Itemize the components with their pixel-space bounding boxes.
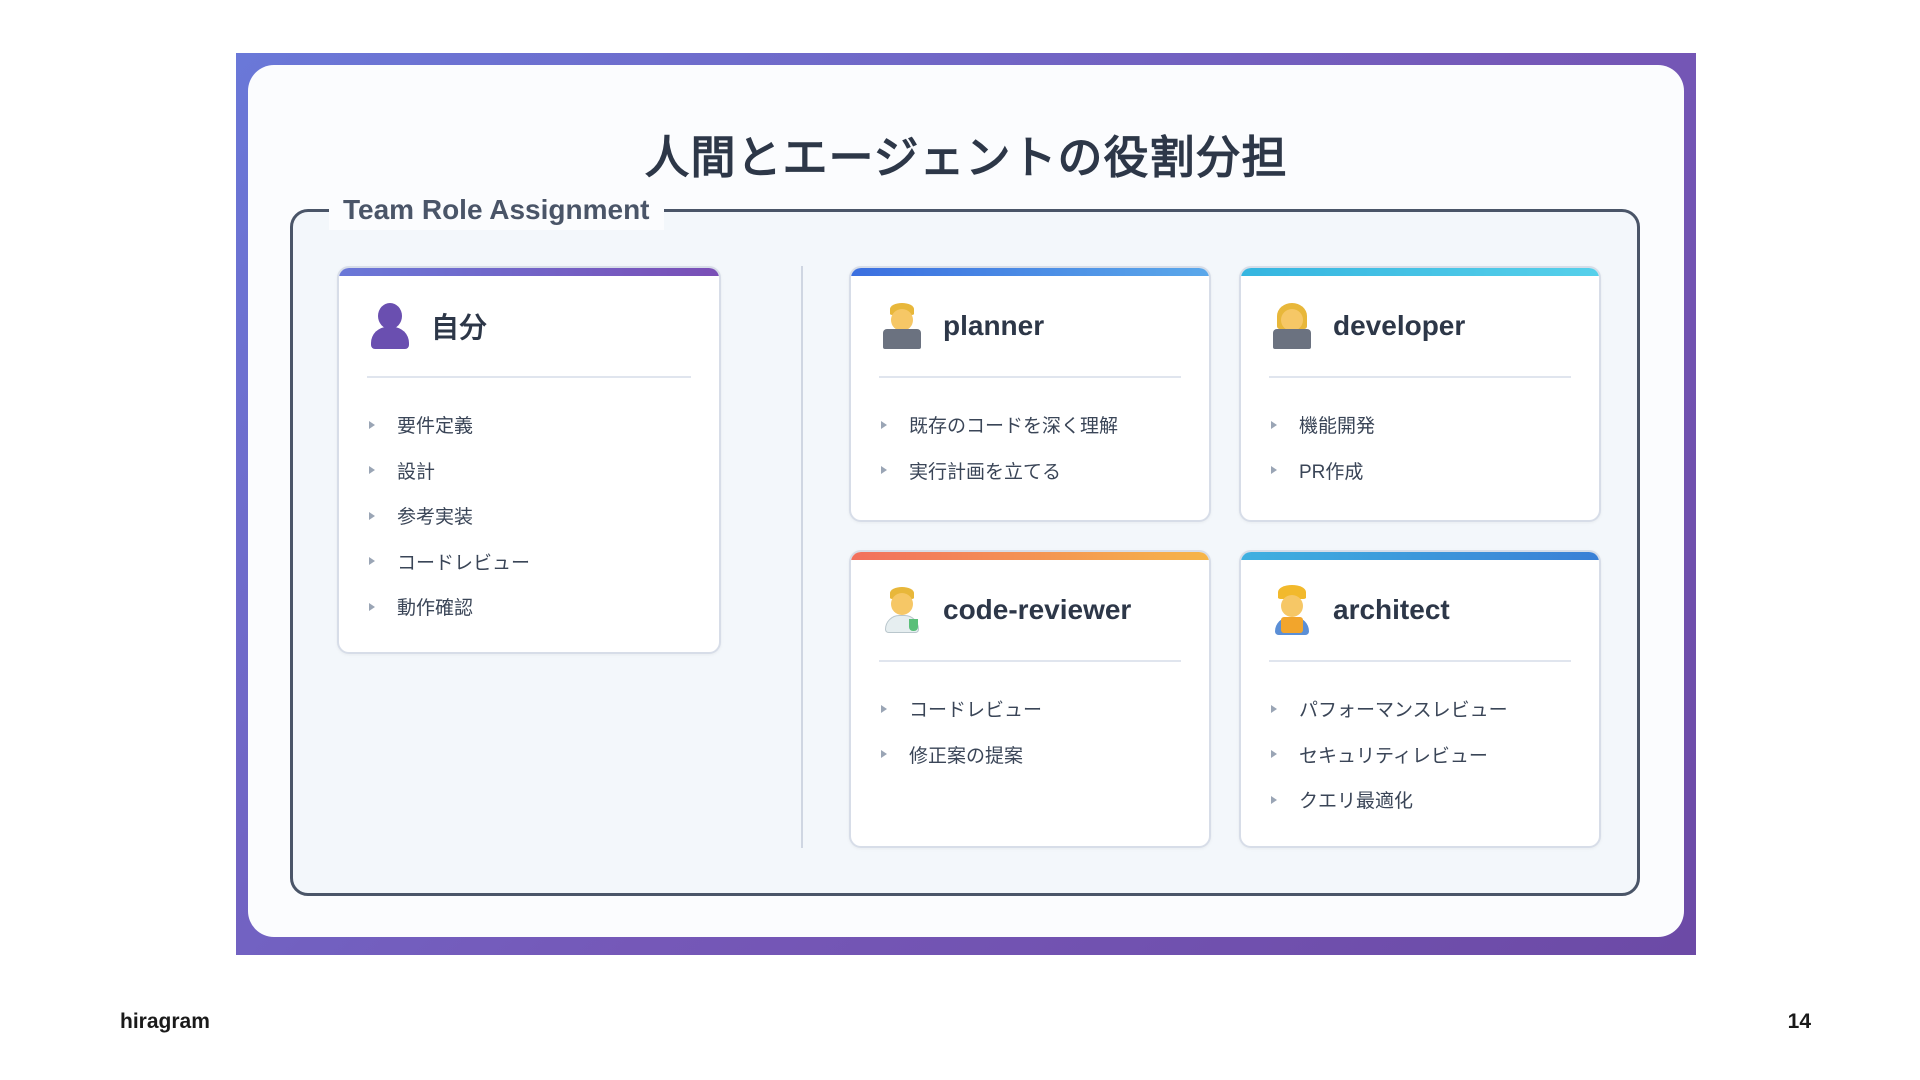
task-label: 動作確認 — [397, 598, 474, 620]
task-label: 設計 — [397, 461, 436, 483]
task-label: パフォーマンスレビュー — [1299, 700, 1508, 722]
list-item: コードレビュー — [367, 539, 530, 585]
bullet-icon — [881, 750, 887, 759]
person-silhouette-icon — [367, 301, 413, 351]
bullet-icon — [881, 420, 887, 429]
role-task-list: パフォーマンスレビュー セキュリティレビュー クエリ最適化 — [1269, 686, 1508, 823]
list-item: 参考実装 — [367, 493, 530, 539]
role-name: 自分 — [431, 312, 488, 343]
bullet-icon — [881, 466, 887, 475]
slide-title: 人間とエージェントの役割分担 — [644, 132, 1288, 183]
role-name: developer — [1333, 310, 1466, 341]
task-label: 既存のコードを深く理解 — [909, 416, 1119, 438]
bullet-icon — [1271, 704, 1277, 713]
list-item: 動作確認 — [367, 584, 530, 630]
card-divider — [879, 376, 1181, 378]
card-accent-bar — [851, 268, 1209, 276]
task-label: セキュリティレビュー — [1299, 745, 1488, 767]
task-label: 機能開発 — [1299, 416, 1376, 438]
task-label: 修正案の提案 — [909, 745, 1024, 767]
list-item: 実行計画を立てる — [879, 448, 1118, 494]
footer-brand: hiragram — [120, 1010, 210, 1033]
role-header: planner — [879, 298, 1044, 354]
role-header: developer — [1269, 298, 1465, 354]
bullet-icon — [369, 466, 375, 475]
role-card-code-reviewer: code-reviewer コードレビュー 修正案の提案 — [849, 550, 1211, 848]
role-task-list: 機能開発 PR作成 — [1269, 402, 1375, 493]
task-label: コードレビュー — [909, 700, 1043, 722]
bullet-icon — [1271, 466, 1277, 475]
card-divider — [879, 660, 1181, 662]
bullet-icon — [369, 420, 375, 429]
page-number: 14 — [1787, 1010, 1811, 1033]
bullet-icon — [1271, 795, 1277, 804]
task-label: クエリ最適化 — [1299, 791, 1414, 813]
card-divider — [367, 376, 691, 378]
list-item: セキュリティレビュー — [1269, 732, 1508, 778]
role-card-planner: planner 既存のコードを深く理解 実行計画を立てる — [849, 266, 1211, 522]
card-divider — [1269, 660, 1571, 662]
role-card-self: 自分 要件定義 設計 参考実装 コードレビュー 動作確認 — [337, 266, 721, 654]
task-label: PR作成 — [1299, 461, 1364, 483]
card-accent-bar — [1241, 552, 1599, 560]
construction-worker-icon — [1269, 585, 1315, 635]
card-accent-bar — [339, 268, 719, 276]
bullet-icon — [1271, 750, 1277, 759]
list-item: PR作成 — [1269, 448, 1375, 494]
card-divider — [1269, 376, 1571, 378]
task-label: 実行計画を立てる — [909, 461, 1062, 483]
scientist-man-icon — [879, 585, 925, 635]
group-label: Team Role Assignment — [329, 190, 664, 230]
role-card-developer: developer 機能開発 PR作成 — [1239, 266, 1601, 522]
bullet-icon — [369, 511, 375, 520]
role-name: code-reviewer — [943, 594, 1132, 625]
list-item: パフォーマンスレビュー — [1269, 686, 1508, 732]
role-header: code-reviewer — [879, 582, 1131, 638]
list-item: 既存のコードを深く理解 — [879, 402, 1118, 448]
list-item: 機能開発 — [1269, 402, 1375, 448]
card-accent-bar — [1241, 268, 1599, 276]
list-item: 修正案の提案 — [879, 732, 1042, 778]
slide-card: 人間とエージェントの役割分担 Team Role Assignment 自分 要… — [248, 65, 1684, 937]
task-label: 参考実装 — [397, 507, 474, 529]
task-label: コードレビュー — [397, 552, 531, 574]
card-accent-bar — [851, 552, 1209, 560]
bullet-icon — [369, 557, 375, 566]
bullet-icon — [1271, 420, 1277, 429]
list-item: コードレビュー — [879, 686, 1042, 732]
bullet-icon — [369, 602, 375, 611]
role-card-architect: architect パフォーマンスレビュー セキュリティレビュー クエリ最適化 — [1239, 550, 1601, 848]
bullet-icon — [881, 704, 887, 713]
role-task-list: コードレビュー 修正案の提案 — [879, 686, 1042, 777]
role-task-list: 要件定義 設計 参考実装 コードレビュー 動作確認 — [367, 402, 530, 630]
technologist-woman-icon — [1269, 301, 1315, 351]
role-name: architect — [1333, 594, 1450, 625]
column-divider — [801, 266, 803, 848]
role-task-list: 既存のコードを深く理解 実行計画を立てる — [879, 402, 1118, 493]
task-label: 要件定義 — [397, 416, 474, 438]
role-header: 自分 — [367, 298, 487, 354]
role-name: planner — [943, 310, 1045, 341]
list-item: クエリ最適化 — [1269, 777, 1508, 823]
list-item: 設計 — [367, 448, 530, 494]
role-header: architect — [1269, 582, 1450, 638]
list-item: 要件定義 — [367, 402, 530, 448]
slide-frame: 人間とエージェントの役割分担 Team Role Assignment 自分 要… — [236, 53, 1696, 955]
team-role-group: Team Role Assignment 自分 要件定義 設計 参考実装 コード… — [290, 190, 1640, 896]
technologist-man-icon — [879, 301, 925, 351]
